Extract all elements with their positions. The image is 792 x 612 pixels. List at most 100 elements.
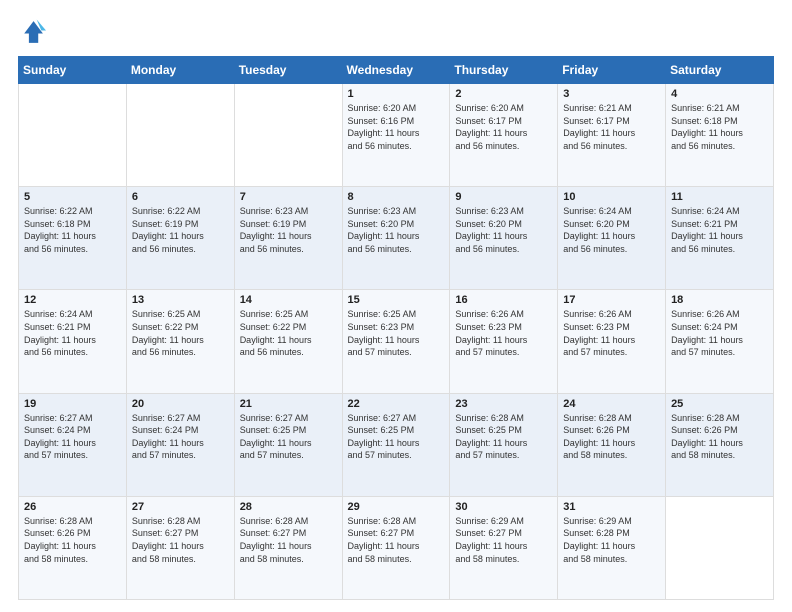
calendar-day-cell: 16 Sunrise: 6:26 AMSunset: 6:23 PMDayligh… [450,290,558,393]
day-info: Sunrise: 6:27 AMSunset: 6:24 PMDaylight:… [132,412,229,462]
day-info: Sunrise: 6:29 AMSunset: 6:28 PMDaylight:… [563,515,660,565]
calendar-day-cell: 8 Sunrise: 6:23 AMSunset: 6:20 PMDaylight… [342,187,450,290]
day-number: 9 [455,191,552,203]
day-number: 29 [348,501,445,513]
calendar-day-cell: 12Sunrise: 6:24 AMSunset: 6:21 PMDayligh… [19,290,127,393]
day-info: Sunrise: 6:28 AMSunset: 6:25 PMDaylight:… [455,412,552,462]
calendar-day-cell: 9 Sunrise: 6:23 AMSunset: 6:20 PMDaylight… [450,187,558,290]
day-number: 4 [671,88,768,100]
calendar-day-cell: 11Sunrise: 6:24 AMSunset: 6:21 PMDayligh… [666,187,774,290]
day-number: 27 [132,501,229,513]
calendar-day-cell: 25 Sunrise: 6:28 AMSunset: 6:26 PMDayligh… [666,393,774,496]
calendar-week-row: 5Sunrise: 6:22 AMSunset: 6:18 PMDaylight… [19,187,774,290]
day-number: 3 [563,88,660,100]
day-number: 5 [24,191,121,203]
day-info: Sunrise: 6:27 AMSunset: 6:24 PMDaylight:… [24,412,121,462]
day-number: 13 [132,294,229,306]
day-info: Sunrise: 6:26 AMSunset: 6:24 PMDaylight:… [671,308,768,358]
calendar-day-cell: 23 Sunrise: 6:28 AMSunset: 6:25 PMDayligh… [450,393,558,496]
calendar-week-row: 12Sunrise: 6:24 AMSunset: 6:21 PMDayligh… [19,290,774,393]
header [18,18,774,46]
day-number: 19 [24,398,121,410]
day-of-week-header: Tuesday [234,57,342,84]
calendar-day-cell: 19 Sunrise: 6:27 AMSunset: 6:24 PMDayligh… [19,393,127,496]
calendar-day-cell: 28Sunrise: 6:28 AMSunset: 6:27 PMDayligh… [234,496,342,599]
day-number: 21 [240,398,337,410]
day-number: 26 [24,501,121,513]
calendar-day-cell: 10 Sunrise: 6:24 AMSunset: 6:20 PMDayligh… [558,187,666,290]
day-number: 18 [671,294,768,306]
calendar-week-row: 26 Sunrise: 6:28 AMSunset: 6:26 PMDayligh… [19,496,774,599]
day-info: Sunrise: 6:23 AMSunset: 6:20 PMDaylight:… [455,205,552,255]
calendar-week-row: 1 Sunrise: 6:20 AMSunset: 6:16 PMDaylight… [19,84,774,187]
calendar-day-cell: 7 Sunrise: 6:23 AMSunset: 6:19 PMDaylight… [234,187,342,290]
calendar-day-cell: 22 Sunrise: 6:27 AMSunset: 6:25 PMDayligh… [342,393,450,496]
day-info: Sunrise: 6:28 AMSunset: 6:26 PMDaylight:… [563,412,660,462]
day-number: 10 [563,191,660,203]
day-of-week-header: Friday [558,57,666,84]
day-info: Sunrise: 6:23 AMSunset: 6:20 PMDaylight:… [348,205,445,255]
day-info: Sunrise: 6:20 AMSunset: 6:16 PMDaylight:… [348,102,445,152]
day-number: 20 [132,398,229,410]
calendar-day-cell [666,496,774,599]
calendar-day-cell [126,84,234,187]
calendar-day-cell: 14 Sunrise: 6:25 AMSunset: 6:22 PMDayligh… [234,290,342,393]
day-info: Sunrise: 6:21 AMSunset: 6:18 PMDaylight:… [671,102,768,152]
day-info: Sunrise: 6:23 AMSunset: 6:19 PMDaylight:… [240,205,337,255]
calendar-day-cell: 31 Sunrise: 6:29 AMSunset: 6:28 PMDayligh… [558,496,666,599]
day-info: Sunrise: 6:24 AMSunset: 6:20 PMDaylight:… [563,205,660,255]
logo [18,18,50,46]
calendar-day-cell: 2Sunrise: 6:20 AMSunset: 6:17 PMDaylight… [450,84,558,187]
day-number: 1 [348,88,445,100]
day-info: Sunrise: 6:26 AMSunset: 6:23 PMDaylight:… [563,308,660,358]
day-info: Sunrise: 6:26 AMSunset: 6:23 PMDaylight:… [455,308,552,358]
day-of-week-header: Sunday [19,57,127,84]
calendar-day-cell: 24 Sunrise: 6:28 AMSunset: 6:26 PMDayligh… [558,393,666,496]
calendar-day-cell: 13 Sunrise: 6:25 AMSunset: 6:22 PMDayligh… [126,290,234,393]
day-of-week-header: Thursday [450,57,558,84]
day-number: 24 [563,398,660,410]
day-number: 23 [455,398,552,410]
day-number: 14 [240,294,337,306]
calendar-day-cell: 27 Sunrise: 6:28 AMSunset: 6:27 PMDayligh… [126,496,234,599]
day-info: Sunrise: 6:25 AMSunset: 6:22 PMDaylight:… [240,308,337,358]
day-info: Sunrise: 6:21 AMSunset: 6:17 PMDaylight:… [563,102,660,152]
day-of-week-header: Saturday [666,57,774,84]
day-number: 15 [348,294,445,306]
calendar-day-cell: 26 Sunrise: 6:28 AMSunset: 6:26 PMDayligh… [19,496,127,599]
calendar-day-cell: 17Sunrise: 6:26 AMSunset: 6:23 PMDayligh… [558,290,666,393]
calendar-day-cell: 6 Sunrise: 6:22 AMSunset: 6:19 PMDaylight… [126,187,234,290]
calendar-day-cell: 20 Sunrise: 6:27 AMSunset: 6:24 PMDayligh… [126,393,234,496]
day-number: 16 [455,294,552,306]
day-info: Sunrise: 6:25 AMSunset: 6:23 PMDaylight:… [348,308,445,358]
calendar-day-cell: 30Sunrise: 6:29 AMSunset: 6:27 PMDayligh… [450,496,558,599]
day-number: 6 [132,191,229,203]
calendar-day-cell: 18 Sunrise: 6:26 AMSunset: 6:24 PMDayligh… [666,290,774,393]
day-number: 28 [240,501,337,513]
day-number: 30 [455,501,552,513]
day-of-week-header: Wednesday [342,57,450,84]
logo-icon [18,18,46,46]
day-info: Sunrise: 6:28 AMSunset: 6:26 PMDaylight:… [671,412,768,462]
calendar-day-cell: 15 Sunrise: 6:25 AMSunset: 6:23 PMDayligh… [342,290,450,393]
calendar-day-cell: 4 Sunrise: 6:21 AMSunset: 6:18 PMDaylight… [666,84,774,187]
day-number: 7 [240,191,337,203]
day-number: 8 [348,191,445,203]
calendar-table: SundayMondayTuesdayWednesdayThursdayFrid… [18,56,774,600]
day-info: Sunrise: 6:28 AMSunset: 6:27 PMDaylight:… [348,515,445,565]
day-number: 22 [348,398,445,410]
day-info: Sunrise: 6:28 AMSunset: 6:26 PMDaylight:… [24,515,121,565]
calendar-day-cell: 3 Sunrise: 6:21 AMSunset: 6:17 PMDaylight… [558,84,666,187]
day-info: Sunrise: 6:25 AMSunset: 6:22 PMDaylight:… [132,308,229,358]
calendar-header-row: SundayMondayTuesdayWednesdayThursdayFrid… [19,57,774,84]
day-info: Sunrise: 6:22 AMSunset: 6:19 PMDaylight:… [132,205,229,255]
calendar-day-cell: 1 Sunrise: 6:20 AMSunset: 6:16 PMDaylight… [342,84,450,187]
calendar-day-cell [234,84,342,187]
day-number: 31 [563,501,660,513]
day-info: Sunrise: 6:28 AMSunset: 6:27 PMDaylight:… [132,515,229,565]
day-number: 25 [671,398,768,410]
day-info: Sunrise: 6:27 AMSunset: 6:25 PMDaylight:… [240,412,337,462]
calendar-day-cell: 5Sunrise: 6:22 AMSunset: 6:18 PMDaylight… [19,187,127,290]
day-info: Sunrise: 6:27 AMSunset: 6:25 PMDaylight:… [348,412,445,462]
day-info: Sunrise: 6:24 AMSunset: 6:21 PMDaylight:… [671,205,768,255]
